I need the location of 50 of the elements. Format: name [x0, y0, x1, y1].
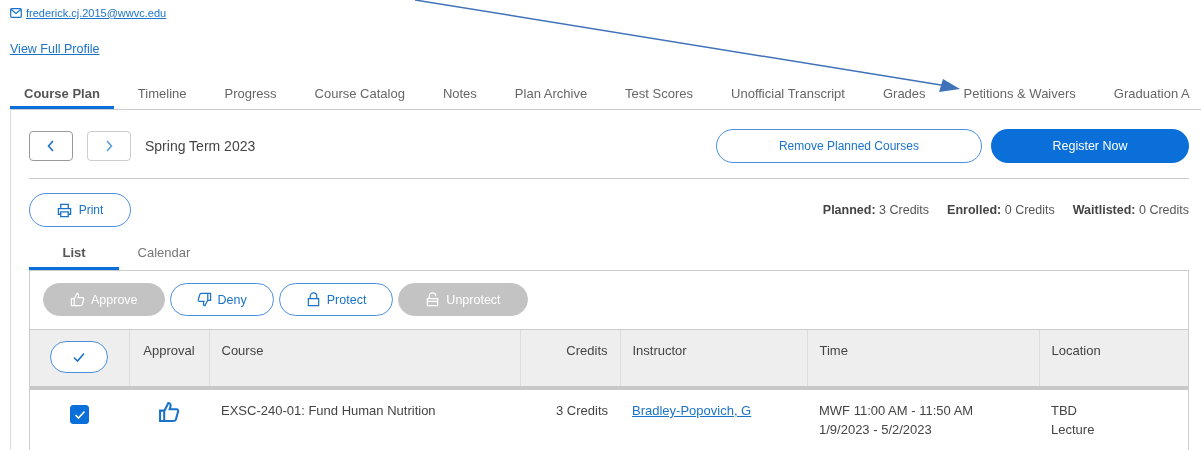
view-tab[interactable]: Calendar — [119, 239, 209, 270]
email-link[interactable]: frederick.cj.2015@wwvc.edu — [26, 7, 167, 19]
checkmark-icon — [73, 409, 86, 420]
envelope-icon — [10, 8, 22, 18]
chevron-right-icon — [104, 139, 114, 153]
location-text: Lecture — [1051, 421, 1096, 439]
credit-summary: Waitlisted: 0 Credits — [1072, 203, 1189, 217]
checkmark-icon — [72, 351, 87, 363]
tab[interactable]: Unofficial Transcript — [731, 78, 845, 109]
tab[interactable]: Timeline — [137, 78, 187, 109]
term-title: Spring Term 2023 — [145, 138, 256, 154]
checkbox[interactable] — [70, 405, 89, 424]
protect-button[interactable]: Protect — [278, 283, 394, 316]
tab[interactable]: Notes — [442, 78, 477, 109]
column-header: Credits — [520, 329, 620, 388]
register-now-button[interactable]: Register Now — [991, 129, 1189, 163]
column-header: Time — [807, 329, 1039, 388]
view-profile-link[interactable]: View Full Profile — [10, 42, 100, 56]
tab[interactable]: Graduation A — [1113, 78, 1190, 109]
print-button[interactable]: Print — [29, 193, 131, 227]
deny-button[interactable]: Deny — [169, 283, 274, 316]
tab[interactable]: Grades — [882, 78, 926, 109]
tab[interactable]: Plan Archive — [514, 78, 588, 109]
column-header: Location — [1039, 329, 1188, 388]
tab[interactable]: Course Catalog — [314, 78, 405, 109]
time-text: MWF 11:00 AM - 11:50 AM — [819, 402, 975, 420]
tab[interactable]: Course Plan — [10, 78, 114, 109]
credit-summary: Planned: 3 Credits — [822, 203, 930, 217]
credits-value: 3 Credits — [555, 403, 608, 418]
time-text: 1/9/2023 - 5/2/2023 — [819, 421, 933, 439]
chevron-left-icon — [46, 139, 56, 153]
printer-icon — [56, 202, 72, 218]
tab[interactable]: Petitions & Waivers — [963, 78, 1076, 109]
column-header: Course — [209, 329, 520, 388]
course-name: EXSC-240-01: Fund Human Nutrition — [221, 403, 436, 418]
thumbs-up-icon — [70, 292, 85, 307]
location-text: TBD — [1051, 402, 1078, 420]
tab[interactable]: Test Scores — [625, 78, 694, 109]
lock-icon — [305, 292, 321, 307]
column-header: Approval — [129, 329, 209, 388]
instructor-link[interactable]: Bradley-Popovich, G — [632, 403, 752, 418]
remove-planned-courses-button[interactable]: Remove Planned Courses — [716, 129, 982, 163]
previous-button[interactable] — [29, 131, 73, 161]
view-tab[interactable]: List — [29, 239, 119, 270]
column-header: Instructor — [620, 329, 807, 388]
credit-summary: Enrolled: 0 Credits — [947, 203, 1055, 217]
tab[interactable]: Progress — [224, 78, 277, 109]
thumbs-down-icon — [196, 292, 212, 307]
select-all-button[interactable] — [50, 341, 109, 373]
unlock-icon — [425, 292, 441, 307]
